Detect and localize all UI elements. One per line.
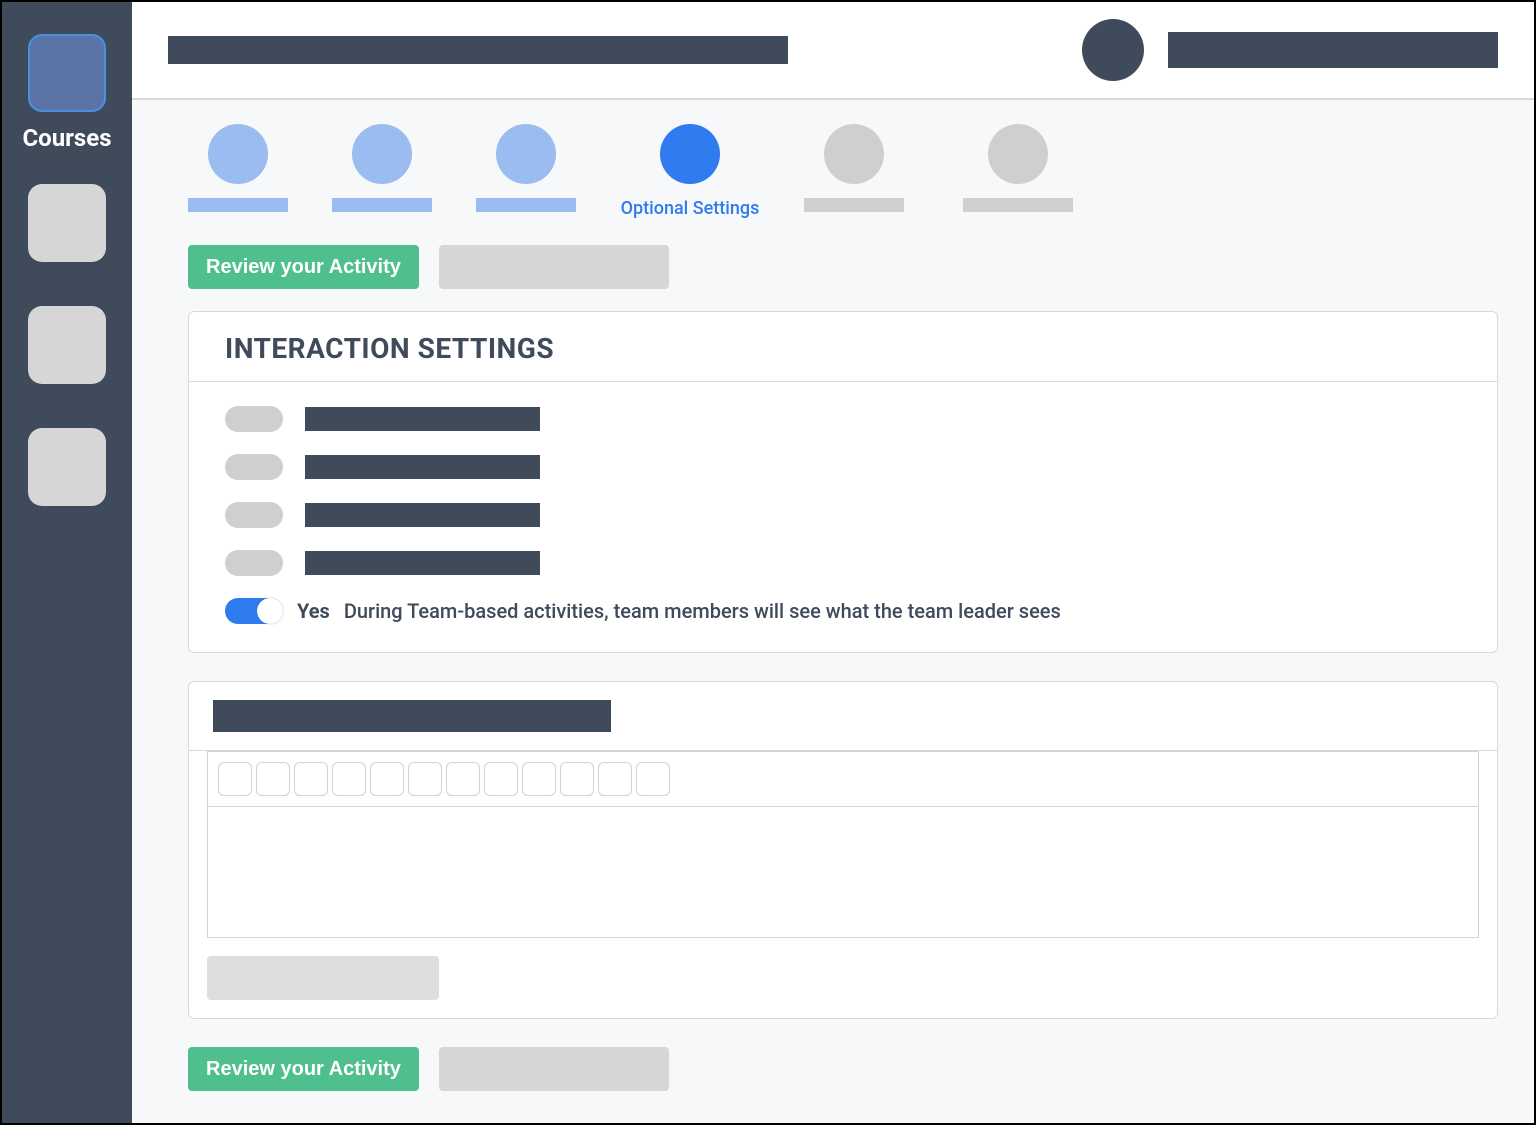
action-row-top: Review your Activity — [188, 245, 1498, 289]
step-6[interactable] — [948, 124, 1088, 219]
rich-text-editor — [207, 751, 1479, 938]
toggle-state-label: Yes — [297, 599, 330, 623]
header — [132, 2, 1534, 100]
action-row-bottom: Review your Activity — [188, 1047, 1498, 1091]
step-5[interactable] — [804, 124, 904, 219]
step-label — [804, 198, 904, 212]
user-name — [1168, 32, 1498, 68]
step-circle — [824, 124, 884, 184]
secondary-button-placeholder[interactable] — [439, 1047, 669, 1091]
toggle-switch[interactable] — [225, 502, 283, 528]
step-3[interactable] — [476, 124, 576, 219]
sidebar-item-placeholder-2[interactable] — [28, 306, 106, 384]
editor-tool-button[interactable] — [560, 762, 594, 796]
editor-tool-button[interactable] — [598, 762, 632, 796]
editor-tool-button[interactable] — [484, 762, 518, 796]
editor-tool-button[interactable] — [218, 762, 252, 796]
toggle-switch[interactable] — [225, 454, 283, 480]
step-label — [188, 198, 288, 212]
toggle-switch[interactable] — [225, 598, 283, 624]
step-2[interactable] — [332, 124, 432, 219]
editor-tool-button[interactable] — [294, 762, 328, 796]
avatar[interactable] — [1082, 19, 1144, 81]
review-activity-button[interactable]: Review your Activity — [188, 245, 419, 289]
setting-label — [305, 503, 540, 527]
toggle-switch[interactable] — [225, 406, 283, 432]
setting-label — [305, 551, 540, 575]
setting-row-team-view: Yes During Team-based activities, team m… — [225, 598, 1461, 624]
editor-tool-button[interactable] — [446, 762, 480, 796]
editor-tool-button[interactable] — [408, 762, 442, 796]
step-label — [476, 198, 576, 212]
sidebar-item-courses[interactable] — [28, 34, 106, 112]
content-area: Optional Settings Review your Activity — [132, 100, 1534, 1123]
step-circle — [660, 124, 720, 184]
card-title: INTERACTION SETTINGS — [225, 332, 1461, 365]
editor-tool-button[interactable] — [636, 762, 670, 796]
editor-tool-button[interactable] — [522, 762, 556, 796]
step-label — [332, 198, 432, 212]
editor-tool-button[interactable] — [332, 762, 366, 796]
sidebar: Courses — [2, 2, 132, 1123]
editor-card-title — [213, 700, 611, 732]
sidebar-item-placeholder-3[interactable] — [28, 428, 106, 506]
setting-label — [305, 455, 540, 479]
step-label — [963, 198, 1073, 212]
setting-row-4 — [225, 550, 1461, 576]
setting-description: During Team-based activities, team membe… — [344, 599, 1061, 623]
interaction-settings-card: INTERACTION SETTINGS — [188, 311, 1498, 653]
toggle-knob — [257, 598, 283, 624]
step-circle — [496, 124, 556, 184]
step-circle — [208, 124, 268, 184]
editor-tool-button[interactable] — [256, 762, 290, 796]
sidebar-item-placeholder-1[interactable] — [28, 184, 106, 262]
step-optional-settings[interactable]: Optional Settings — [620, 124, 760, 219]
editor-toolbar — [208, 752, 1478, 807]
step-circle — [352, 124, 412, 184]
setting-row-3 — [225, 502, 1461, 528]
sidebar-item-label: Courses — [22, 124, 111, 152]
step-label: Optional Settings — [621, 198, 760, 219]
setting-row-2 — [225, 454, 1461, 480]
review-activity-button[interactable]: Review your Activity — [188, 1047, 419, 1091]
step-circle — [988, 124, 1048, 184]
setting-row-1 — [225, 406, 1461, 432]
stepper: Optional Settings — [188, 124, 1498, 219]
editor-tool-button[interactable] — [370, 762, 404, 796]
editor-action-placeholder[interactable] — [207, 956, 439, 1000]
editor-textarea[interactable] — [208, 807, 1478, 937]
page-title — [168, 36, 788, 64]
setting-label — [305, 407, 540, 431]
editor-card — [188, 681, 1498, 1019]
toggle-switch[interactable] — [225, 550, 283, 576]
secondary-button-placeholder[interactable] — [439, 245, 669, 289]
step-1[interactable] — [188, 124, 288, 219]
